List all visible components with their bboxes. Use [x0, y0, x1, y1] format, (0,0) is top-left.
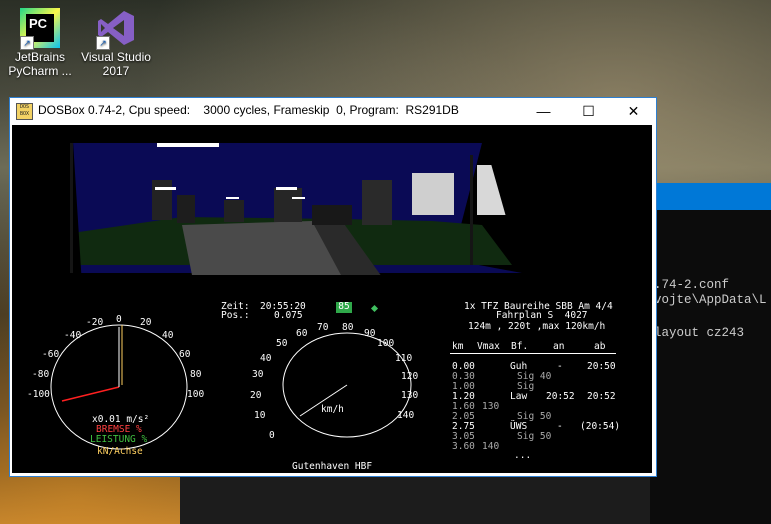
timetable-header-station: Bf. — [511, 341, 529, 352]
acceleration-needle — [61, 386, 120, 402]
speed-tick: 130 — [401, 390, 419, 401]
signal-indicator-icon — [370, 304, 379, 313]
accel-tick: -100 — [27, 389, 50, 400]
pycharm-icon: PC ↗ — [20, 8, 60, 50]
dosbox-screen[interactable]: Zeit: 20:55:20 Pos.: 0.075 85 1x TFZ Bau… — [12, 125, 652, 473]
accel-tick: 100 — [187, 389, 205, 400]
minimize-button[interactable]: — — [521, 98, 566, 124]
accel-tick: 60 — [179, 349, 191, 360]
accel-tick: -40 — [64, 330, 82, 341]
dosbox-window[interactable]: DOS BOX DOSBox 0.74-2, Cpu speed: 3000 c… — [9, 97, 657, 477]
pycharm-label-line1: JetBrains — [14, 50, 66, 64]
timetable-divider — [450, 353, 616, 354]
position-value: 0.075 — [274, 310, 303, 321]
power-label: LEISTUNG % — [90, 434, 148, 445]
speed-tick: 80 — [342, 322, 354, 333]
speed-tick: 10 — [254, 410, 266, 421]
row-arrival: 20:52 — [546, 391, 575, 402]
cab-view-scene — [12, 125, 652, 285]
accel-tick: -80 — [32, 369, 50, 380]
dosbox-titlebar[interactable]: DOS BOX DOSBox 0.74-2, Cpu speed: 3000 c… — [10, 98, 656, 124]
maximize-button[interactable]: ☐ — [566, 98, 611, 124]
console-titlebar[interactable] — [648, 183, 771, 210]
visual-studio-label-line2: 2017 — [102, 64, 130, 78]
position-label: Pos.: — [221, 310, 250, 321]
speed-tick: 30 — [252, 369, 264, 380]
row-station: Sig 50 — [517, 431, 552, 442]
timetable-more: ... — [514, 450, 532, 461]
next-station-label: Gutenhaven HBF — [292, 461, 373, 472]
accel-tick: 80 — [190, 369, 202, 380]
accel-tick: 40 — [162, 330, 174, 341]
timetable-header-km: km — [452, 341, 464, 352]
speed-tick: 120 — [401, 371, 419, 382]
row-vmax: 130 — [482, 401, 500, 412]
dosbox-app-icon: DOS BOX — [16, 103, 33, 120]
desktop-icon-visual-studio[interactable]: ↗ Visual Studio 2017 — [76, 8, 156, 78]
speed-tick: 50 — [276, 338, 288, 349]
speed-unit: km/h — [321, 404, 344, 415]
dosbox-title: DOSBox 0.74-2, Cpu speed: 3000 cycles, F… — [38, 103, 459, 117]
row-station: Law — [510, 391, 528, 402]
accel-tick: 0 — [116, 314, 122, 325]
shortcut-arrow-icon: ↗ — [96, 36, 110, 50]
timetable-header-vmax: Vmax — [477, 341, 500, 352]
console-line: layout cz243 — [654, 326, 745, 340]
row-departure: 20:52 — [587, 391, 616, 402]
speed-tick: 60 — [296, 328, 308, 339]
visual-studio-icon: ↗ — [96, 8, 136, 50]
accel-tick: -20 — [86, 317, 104, 328]
shortcut-arrow-icon: ↗ — [20, 36, 34, 50]
train-info-line3: 124m , 220t ,max 120km/h — [468, 321, 606, 332]
timetable-header-departure: ab — [594, 341, 606, 352]
accel-tick: 20 — [140, 317, 152, 328]
row-arrival: - — [557, 361, 563, 372]
accel-tick: -60 — [42, 349, 60, 360]
visual-studio-label-line1: Visual Studio — [81, 50, 151, 64]
speed-tick: 140 — [397, 410, 415, 421]
speed-limit-badge: 85 — [336, 302, 352, 313]
desktop-icon-pycharm[interactable]: PC ↗ JetBrains PyCharm ... — [0, 8, 80, 78]
speed-tick: 70 — [317, 322, 329, 333]
pycharm-label-line2: PyCharm ... — [8, 64, 72, 78]
speed-tick: 100 — [377, 338, 395, 349]
console-window[interactable]: .74-2.conf vojte\AppData\L layout cz243 — [648, 183, 771, 524]
speed-tick: 20 — [250, 390, 262, 401]
speed-tick: 0 — [269, 430, 275, 441]
speed-tick: 90 — [364, 328, 376, 339]
close-button[interactable]: ✕ — [611, 98, 656, 124]
background-window-strip — [180, 474, 650, 524]
console-line: .74-2.conf — [654, 278, 730, 292]
row-arrival: - — [557, 421, 563, 432]
row-departure: (20:54) — [580, 421, 621, 432]
row-vmax: 140 — [482, 441, 500, 452]
speed-tick: 110 — [395, 353, 413, 364]
timetable-header-arrival: an — [553, 341, 565, 352]
speed-tick: 40 — [260, 353, 272, 364]
force-label: kN/Achse — [97, 446, 143, 457]
row-departure: 20:50 — [587, 361, 616, 372]
row-km: 3.60 — [452, 441, 475, 452]
console-line: vojte\AppData\L — [654, 293, 767, 307]
train-info-line2: Fahrplan S 4027 — [496, 310, 588, 321]
